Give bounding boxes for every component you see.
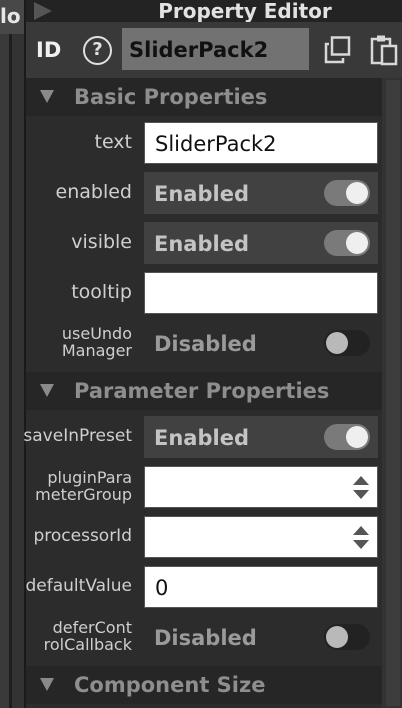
toggle-state-text: Enabled bbox=[154, 232, 249, 256]
stepper-arrows-icon bbox=[353, 526, 369, 550]
arrow-up-icon bbox=[353, 526, 369, 535]
panel-title: Property Editor bbox=[158, 0, 332, 23]
component-id-field[interactable]: SliderPack2 bbox=[122, 28, 309, 70]
copy-icon[interactable] bbox=[324, 36, 351, 64]
property-label-line-2: Manager bbox=[61, 341, 132, 360]
panel-splitter[interactable] bbox=[9, 34, 12, 708]
save-in-preset-toggle[interactable]: Enabled bbox=[144, 416, 378, 458]
plugin-parameter-group-dropdown[interactable] bbox=[144, 466, 378, 508]
neighbor-window-title: lo bbox=[0, 0, 24, 34]
paste-icon[interactable] bbox=[370, 34, 398, 66]
section-title: Parameter Properties bbox=[74, 379, 330, 403]
neighbor-window-title-text: lo bbox=[0, 4, 21, 28]
property-label: visible bbox=[71, 231, 132, 254]
property-row-defer-control-callback: deferCont rolCallback Disabled bbox=[26, 612, 382, 662]
property-label: tooltip bbox=[71, 281, 132, 304]
property-row-tooltip: tooltip bbox=[26, 268, 382, 318]
toggle-state-text: Enabled bbox=[154, 182, 249, 206]
toggle-knob bbox=[346, 426, 368, 448]
section-basic-properties[interactable]: Basic Properties bbox=[26, 78, 382, 116]
property-row-save-in-preset: saveInPreset Enabled bbox=[23, 412, 382, 462]
section-title: Component Size bbox=[74, 673, 266, 697]
help-icon[interactable]: ? bbox=[83, 36, 112, 65]
visible-toggle[interactable]: Enabled bbox=[144, 222, 378, 264]
property-label: pluginPara meterGroup bbox=[26, 462, 138, 512]
toggle-switch[interactable] bbox=[324, 424, 370, 450]
property-row-plugin-parameter-group: pluginPara meterGroup bbox=[26, 462, 382, 512]
property-row-processor-id: processorId bbox=[26, 512, 382, 562]
text-field[interactable]: SliderPack2 bbox=[144, 122, 378, 164]
enabled-toggle[interactable]: Enabled bbox=[144, 172, 378, 214]
toggle-state-text: Enabled bbox=[154, 426, 249, 450]
property-label-line-2: meterGroup bbox=[35, 485, 132, 504]
property-row-default-value: defaultValue 0 bbox=[26, 562, 382, 612]
toggle-switch[interactable] bbox=[324, 230, 370, 256]
property-label: saveInPreset bbox=[23, 426, 132, 447]
property-row-use-undo-manager: useUndo Manager Disabled bbox=[26, 318, 382, 368]
toggle-knob bbox=[326, 626, 348, 648]
toggle-knob bbox=[326, 332, 348, 354]
property-editor-panel: Property Editor ID ? SliderPack2 Basic P… bbox=[23, 0, 402, 708]
section-parameter-properties[interactable]: Parameter Properties bbox=[26, 372, 382, 410]
id-label: ID bbox=[36, 38, 62, 62]
arrow-up-icon bbox=[353, 476, 369, 485]
property-editor-titlebar: Property Editor bbox=[26, 0, 402, 23]
property-label: text bbox=[94, 131, 133, 154]
toggle-switch[interactable] bbox=[324, 330, 370, 356]
property-label: deferCont rolCallback bbox=[26, 612, 138, 662]
processor-id-dropdown[interactable] bbox=[144, 516, 378, 558]
collapse-triangle-icon bbox=[40, 90, 54, 103]
property-label: defaultValue bbox=[25, 576, 133, 597]
property-row-enabled: enabled Enabled bbox=[26, 168, 382, 218]
toggle-knob bbox=[346, 182, 368, 204]
toggle-state-text: Disabled bbox=[154, 626, 257, 650]
neighbor-window-body bbox=[0, 34, 9, 708]
use-undo-manager-toggle[interactable]: Disabled bbox=[144, 322, 378, 364]
property-list: Basic Properties text SliderPack2 enable… bbox=[23, 78, 382, 708]
property-label: processorId bbox=[33, 526, 132, 547]
toggle-state-text: Disabled bbox=[154, 332, 257, 356]
arrow-down-icon bbox=[353, 540, 369, 549]
scrollbar-thumb[interactable] bbox=[386, 80, 400, 706]
default-value-field[interactable]: 0 bbox=[144, 566, 378, 608]
property-label: useUndo Manager bbox=[26, 318, 138, 368]
section-title: Basic Properties bbox=[74, 85, 268, 109]
vertical-scrollbar[interactable] bbox=[382, 78, 402, 708]
property-label: enabled bbox=[55, 181, 132, 204]
property-label-line-2: rolCallback bbox=[43, 635, 132, 654]
section-component-size[interactable]: Component Size bbox=[26, 666, 382, 704]
property-row-visible: visible Enabled bbox=[26, 218, 382, 268]
tooltip-field[interactable] bbox=[144, 272, 378, 314]
collapse-triangle-icon bbox=[40, 384, 54, 397]
defer-control-callback-toggle[interactable]: Disabled bbox=[144, 616, 378, 658]
collapse-triangle-icon bbox=[40, 678, 54, 691]
toggle-switch[interactable] bbox=[324, 180, 370, 206]
property-row-text: text SliderPack2 bbox=[26, 118, 382, 168]
id-row: ID ? SliderPack2 bbox=[26, 22, 402, 78]
toggle-knob bbox=[346, 232, 368, 254]
neighbor-window-edge: lo bbox=[0, 0, 24, 708]
arrow-down-icon bbox=[353, 490, 369, 499]
stepper-arrows-icon bbox=[353, 476, 369, 500]
toggle-switch[interactable] bbox=[324, 624, 370, 650]
